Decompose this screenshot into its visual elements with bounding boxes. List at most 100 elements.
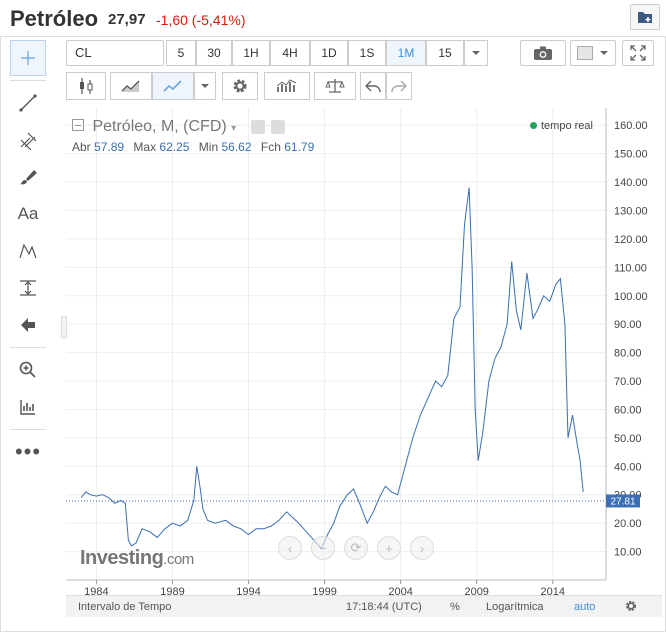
close-value: 61.79: [284, 140, 315, 154]
tool-separator: [10, 347, 46, 348]
drawing-toolbar: Aa •••: [10, 36, 52, 626]
area-chart-icon: [121, 80, 140, 92]
text-icon: Aa: [17, 204, 39, 223]
current-price-label: 27.81: [610, 496, 635, 507]
line-chart-icon: [163, 80, 182, 92]
timeframe-5[interactable]: 5: [166, 40, 196, 66]
pitchfork-tool[interactable]: [10, 122, 46, 158]
chart-legend-title[interactable]: Petróleo, M, (CFD) ▾: [72, 118, 286, 136]
settings-button[interactable]: [222, 72, 258, 100]
chevron-right-icon: ›: [419, 540, 425, 556]
crosshair-tool[interactable]: [10, 40, 46, 76]
collapse-legend-icon[interactable]: [72, 118, 84, 131]
measure-tool[interactable]: [10, 270, 46, 306]
timeframe-30[interactable]: 30: [196, 40, 232, 66]
utc-time: 17:18:44 (UTC): [346, 601, 422, 613]
fullscreen-icon: [630, 45, 646, 61]
timeframe-15[interactable]: 15: [426, 40, 464, 66]
redo-button[interactable]: [386, 72, 412, 100]
timeframe-dropdown[interactable]: [464, 40, 488, 66]
y-tick-label: 40.00: [614, 461, 642, 473]
arrow-left-icon: [21, 318, 35, 332]
title-bar: Petróleo 27,97 -1,60 (-5,41%): [0, 0, 666, 36]
y-tick-label: 130.00: [614, 205, 648, 217]
zoom-in-button[interactable]: +: [377, 536, 401, 560]
timeframe-1h[interactable]: 1H: [232, 40, 270, 66]
more-dots-icon: •••: [14, 439, 42, 464]
y-tick-label: 90.00: [614, 319, 642, 331]
timeframe-4h[interactable]: 4H: [270, 40, 310, 66]
brush-tool[interactable]: [10, 159, 46, 195]
status-dot-icon: [530, 122, 537, 129]
bar-chart-ruler-icon: [20, 400, 35, 415]
scale-balance-icon: [325, 79, 345, 93]
pattern-tool[interactable]: [10, 233, 46, 269]
tool-separator: [10, 429, 46, 430]
tool-separator: [10, 80, 46, 81]
bottom-bar: Intervalo de Tempo 17:18:44 (UTC) % Loga…: [66, 595, 662, 617]
reset-button[interactable]: ⟳: [344, 536, 368, 560]
screenshot-button[interactable]: [520, 40, 566, 66]
folder-add-icon: [638, 12, 652, 23]
minus-icon: −: [319, 540, 327, 556]
chart-toolbar: [66, 72, 662, 102]
current-price-tag: 27.81: [606, 494, 640, 508]
fullscreen-button[interactable]: [622, 40, 654, 66]
min-value: 56.62: [221, 140, 252, 154]
log-toggle[interactable]: Logarítmica: [486, 601, 543, 613]
text-tool[interactable]: Aa: [10, 196, 46, 232]
color-picker-button[interactable]: [570, 40, 616, 66]
magnifier-icon: [19, 361, 36, 378]
y-tick-label: 70.00: [614, 376, 642, 388]
chevron-left-icon: ‹: [287, 540, 293, 556]
undo-icon: [365, 80, 381, 93]
timeframe-1d[interactable]: 1D: [310, 40, 348, 66]
chart-navigation: ‹ − ⟳ + ›: [278, 536, 434, 560]
crosshair-icon: [21, 51, 35, 65]
chart-grid: [66, 108, 606, 580]
y-axis-labels: 160.00 150.00 140.00 130.00 120.00 110.00 100.…: [614, 120, 648, 558]
zoom-out-button[interactable]: −: [311, 536, 335, 560]
indicators-icon: [276, 79, 297, 92]
gear-icon: [233, 79, 247, 93]
y-tick-label: 100.00: [614, 291, 648, 303]
eye-icon[interactable]: [250, 119, 265, 134]
open-label: Abr: [72, 140, 91, 154]
caret-down-icon: [201, 84, 209, 88]
refresh-icon: ⟳: [350, 540, 362, 555]
zoom-tool[interactable]: [10, 352, 46, 388]
gear-icon[interactable]: [271, 119, 286, 134]
remove-drawings-tool[interactable]: [10, 307, 46, 343]
folder-button[interactable]: [630, 4, 660, 30]
interval-button[interactable]: Intervalo de Tempo: [78, 601, 171, 613]
caret-down-icon: ▾: [231, 123, 237, 134]
top-toolbar: CL 5 30 1H 4H 1D 1S 1M 15: [66, 40, 662, 68]
area-type-button[interactable]: [110, 72, 152, 100]
symbol-input[interactable]: CL: [66, 40, 164, 66]
percent-toggle[interactable]: %: [450, 601, 460, 613]
line-type-button[interactable]: [152, 72, 194, 100]
candlestick-icon: [80, 78, 93, 94]
trend-line-tool[interactable]: [10, 85, 46, 121]
y-tick-label: 110.00: [614, 262, 647, 274]
candles-type-button[interactable]: [66, 72, 106, 100]
timeframe-1s[interactable]: 1S: [348, 40, 386, 66]
caret-down-icon: [600, 51, 608, 55]
chart-type-dropdown[interactable]: [194, 72, 216, 100]
auto-toggle[interactable]: auto: [574, 601, 595, 613]
timeframe-1m[interactable]: 1M: [386, 40, 426, 66]
indicator-tool[interactable]: [10, 389, 46, 425]
settings-button-bottom[interactable]: [624, 599, 638, 616]
more-tools-button[interactable]: •••: [10, 434, 46, 470]
trend-line-icon: [19, 94, 37, 112]
redo-icon: [391, 80, 407, 93]
indicators-button[interactable]: [264, 72, 310, 100]
scroll-left-button[interactable]: ‹: [278, 536, 302, 560]
compare-button[interactable]: [314, 72, 356, 100]
scroll-right-button[interactable]: ›: [410, 536, 434, 560]
realtime-label: tempo real: [541, 120, 593, 132]
camera-icon: [534, 46, 552, 60]
price-chart[interactable]: 160.00 150.00 140.00 130.00 120.00 110.00 100.…: [66, 108, 662, 598]
gear-icon: [625, 600, 637, 612]
undo-button[interactable]: [360, 72, 386, 100]
